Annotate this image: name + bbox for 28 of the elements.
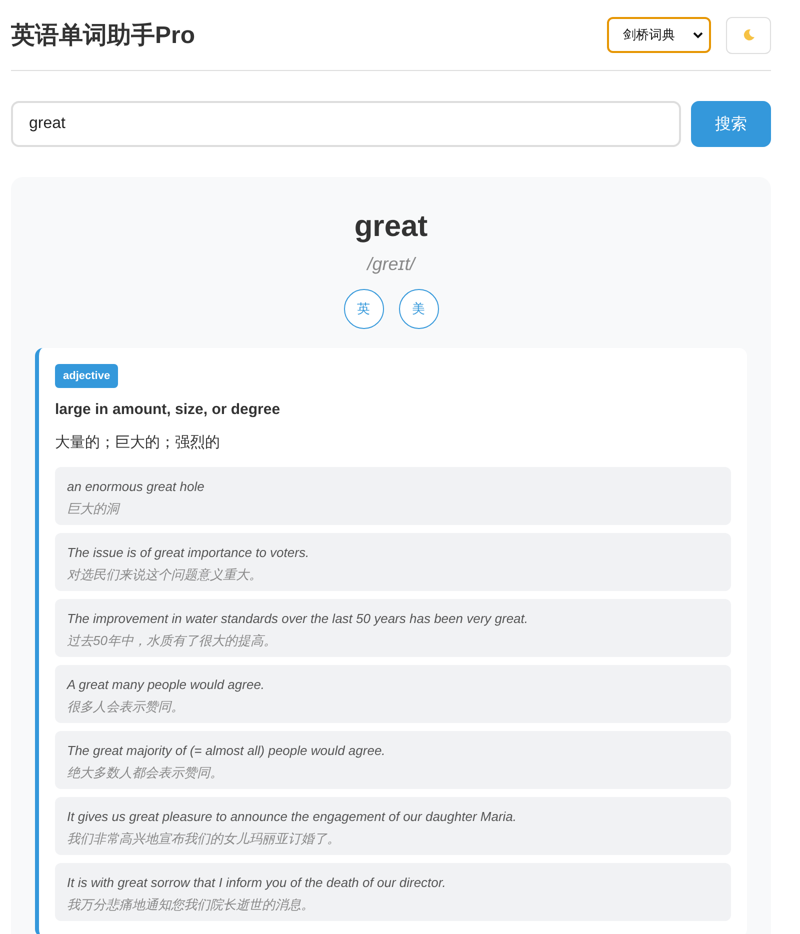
example-sentence: It gives us great pleasure to announce the engagement of our daughter Maria. — [67, 808, 518, 826]
search-field[interactable]: great — [11, 101, 681, 147]
definition: large in amount, size, or degree — [55, 400, 282, 420]
part-of-speech-tag: adjective — [55, 364, 118, 388]
app-title: 英语单词助手Pro — [11, 21, 196, 51]
example-translation: 绝大多数人都会表示赞同。 — [67, 764, 224, 782]
example-translation: 很多人会表示赞同。 — [67, 698, 185, 716]
dictionary-select[interactable]: 剑桥词典 — [607, 17, 711, 53]
theme-toggle-button[interactable] — [726, 16, 771, 54]
example-sentence: A great many people would agree. — [67, 676, 266, 694]
example-translation: 我们非常高兴地宣布我们的女儿玛丽亚订婚了。 — [67, 830, 341, 848]
example-translation: 巨大的洞 — [67, 500, 122, 518]
moon-icon — [742, 29, 754, 41]
example-translation: 对选民们来说这个问题意义重大。 — [67, 566, 263, 584]
example-sentence: The issue is of great importance to voters. — [67, 544, 310, 562]
example-sentence: It is with great sorrow that I inform you of the death of our director. — [67, 874, 447, 892]
pronunciation-button[interactable]: 美 — [398, 289, 438, 329]
pronunciation-button[interactable]: 英 — [344, 289, 384, 329]
headword: great — [353, 209, 429, 245]
chevron-down-icon — [693, 32, 703, 38]
example-sentence: an enormous great hole — [67, 478, 206, 496]
search-button[interactable]: 搜索 — [691, 101, 771, 147]
translation: 大量的；巨大的；强烈的 — [55, 433, 221, 453]
example-translation: 我万分悲痛地通知您我们院长逝世的消息。 — [67, 896, 315, 914]
example-sentence: The improvement in water standards over the last 50 years has been very great. — [67, 610, 530, 628]
example-sentence: The great majority of (= almost all) people would agree. — [67, 742, 386, 760]
example-translation: 过去50年中，水质有了很大的提高。 — [67, 632, 278, 650]
phonetic: /ɡreɪt/ — [365, 253, 418, 275]
